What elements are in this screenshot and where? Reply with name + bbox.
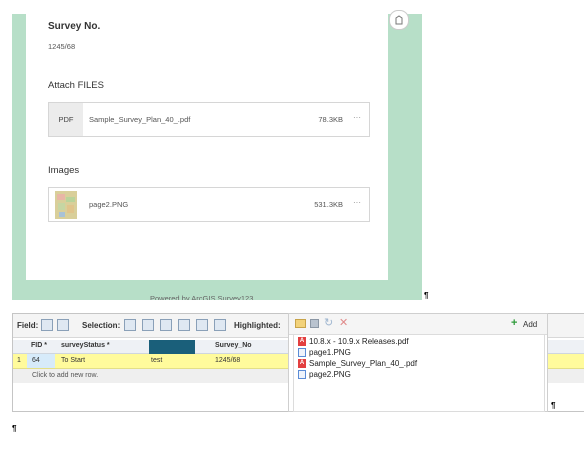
column-header-survey-no[interactable]: Survey_No — [215, 342, 252, 349]
attachments-panel: ↻ ✕ + Add A 10.8.x - 10.9.x Releases.pdf… — [288, 313, 548, 412]
save-icon[interactable] — [310, 319, 319, 328]
image-file-icon — [298, 348, 306, 357]
pin-icon[interactable] — [389, 10, 409, 30]
column-header-selected[interactable] — [149, 340, 195, 354]
image-thumbnail — [49, 188, 83, 221]
images-label: Images — [48, 165, 80, 176]
cell-survey-no[interactable]: 1245/68 — [215, 357, 240, 364]
powered-by-text: Powered by ArcGIS Survey123 — [150, 294, 254, 300]
pdf-icon: A — [298, 359, 306, 368]
image-name: page2.PNG — [89, 200, 129, 209]
row-number: 1 — [17, 357, 21, 364]
survey-no-value: 1245/68 — [48, 42, 76, 51]
map-thumbnail-icon — [55, 190, 77, 219]
copy-selected-icon[interactable] — [214, 319, 226, 331]
delete-selected-icon[interactable] — [196, 319, 208, 331]
pilcrow: ¶ — [551, 401, 556, 410]
image-file-icon — [298, 370, 306, 379]
column-header-surveystatus[interactable]: surveyStatus * — [61, 342, 110, 349]
attachment-item[interactable]: PDF Sample_Survey_Plan_40_.pdf 78.3KB ··… — [48, 102, 370, 137]
switch-selection-icon[interactable] — [160, 319, 172, 331]
pdf-icon: A — [298, 337, 306, 346]
list-item[interactable]: page2.PNG — [298, 370, 351, 379]
zoom-selection-icon[interactable] — [142, 319, 154, 331]
more-options-icon[interactable]: ··· — [353, 113, 361, 122]
add-label[interactable]: Add — [523, 320, 537, 329]
list-item[interactable]: A Sample_Survey_Plan_40_.pdf — [298, 359, 417, 368]
attach-files-label: Attach FILES — [48, 80, 104, 91]
cell-col3[interactable]: test — [151, 357, 162, 364]
selection-label: Selection: — [82, 321, 121, 330]
add-icon[interactable]: + — [511, 317, 517, 329]
list-item[interactable]: page1.PNG — [298, 348, 351, 357]
attachment-file-name: page1.PNG — [309, 348, 351, 357]
pilcrow: ¶ — [12, 424, 17, 433]
cell-fid[interactable]: 64 — [32, 357, 40, 364]
refresh-icon[interactable]: ↻ — [324, 316, 333, 329]
clear-selection-icon[interactable] — [178, 319, 190, 331]
more-options-icon[interactable]: ··· — [353, 198, 361, 207]
folder-icon[interactable] — [295, 319, 306, 328]
select-by-attr-icon[interactable] — [124, 319, 136, 331]
attachment-name: Sample_Survey_Plan_40_.pdf — [89, 115, 191, 124]
add-row-text[interactable]: Click to add new row. — [32, 372, 98, 379]
attachment-file-name: Sample_Survey_Plan_40_.pdf — [309, 359, 418, 368]
column-header-fid[interactable]: FID * — [31, 342, 47, 349]
survey-form-card — [26, 14, 388, 280]
attachments-list: A 10.8.x - 10.9.x Releases.pdf page1.PNG… — [293, 335, 545, 412]
attachments-toolbar: ↻ ✕ + Add — [289, 314, 547, 335]
attachment-file-name: page2.PNG — [309, 370, 351, 379]
cell-survey-status[interactable]: To Start — [61, 357, 85, 364]
attachment-file-name: 10.8.x - 10.9.x Releases.pdf — [309, 337, 409, 346]
delete-icon[interactable]: ✕ — [339, 316, 348, 329]
pilcrow: ¶ — [424, 291, 429, 300]
attachment-size: 78.3KB — [318, 115, 343, 124]
pdf-thumbnail: PDF — [49, 103, 83, 136]
list-item[interactable]: A 10.8.x - 10.9.x Releases.pdf — [298, 337, 409, 346]
survey-no-label: Survey No. — [48, 21, 101, 32]
highlighted-label: Highlighted: — [234, 321, 281, 330]
field-label: Field: — [17, 321, 39, 330]
image-item[interactable]: page2.PNG 531.3KB ··· — [48, 187, 370, 222]
image-size: 531.3KB — [314, 200, 343, 209]
field-calc-icon[interactable] — [41, 319, 53, 331]
field-stats-icon[interactable] — [57, 319, 69, 331]
